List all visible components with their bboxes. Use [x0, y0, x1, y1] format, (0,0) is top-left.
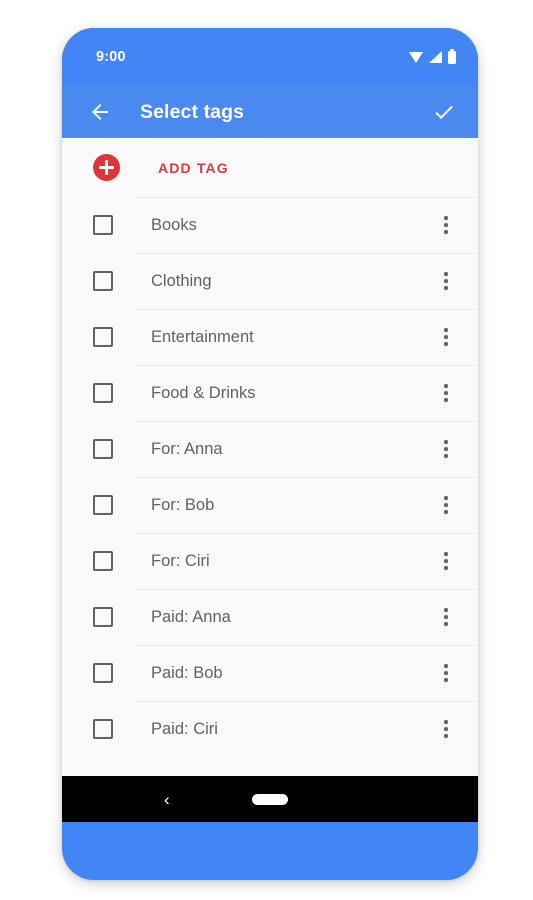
battery-icon — [448, 48, 456, 64]
list-item[interactable]: For: Anna — [62, 421, 478, 477]
overflow-menu-icon[interactable] — [434, 604, 458, 630]
tag-checkbox[interactable] — [93, 495, 113, 515]
overflow-menu-icon[interactable] — [434, 436, 458, 462]
overflow-menu-icon[interactable] — [434, 492, 458, 518]
add-tag-label: ADD TAG — [158, 159, 229, 176]
overflow-menu-icon[interactable] — [434, 324, 458, 350]
overflow-menu-icon[interactable] — [434, 548, 458, 574]
list-item[interactable]: For: Bob — [62, 477, 478, 533]
tag-checkbox[interactable] — [93, 719, 113, 739]
tag-label: Paid: Ciri — [151, 719, 218, 738]
tag-checkbox[interactable] — [93, 215, 113, 235]
phone-frame: 9:00 Select tags ADD TAG Books Clothing … — [62, 28, 478, 880]
overflow-menu-icon[interactable] — [434, 716, 458, 742]
check-icon[interactable] — [430, 98, 458, 126]
tag-label: For: Anna — [151, 439, 223, 458]
status-bar: 9:00 — [62, 28, 478, 86]
app-bar: Select tags — [62, 86, 478, 138]
tag-label: For: Bob — [151, 495, 215, 514]
overflow-menu-icon[interactable] — [434, 660, 458, 686]
status-bar-icons — [409, 48, 456, 64]
tag-checkbox[interactable] — [93, 327, 113, 347]
tag-checkbox[interactable] — [93, 439, 113, 459]
status-bar-time: 9:00 — [96, 49, 126, 65]
home-indicator[interactable] — [252, 793, 288, 805]
list-item[interactable]: Food & Drinks — [62, 365, 478, 421]
add-tag-button[interactable]: ADD TAG — [62, 138, 478, 197]
list-item[interactable]: For: Ciri — [62, 533, 478, 589]
signal-icon — [429, 51, 443, 63]
list-item[interactable]: Paid: Ciri — [62, 701, 478, 757]
page-title: Select tags — [140, 100, 245, 123]
wifi-icon — [409, 51, 424, 63]
tag-label: Clothing — [151, 271, 212, 290]
tag-label: For: Ciri — [151, 551, 210, 570]
tag-label: Entertainment — [151, 327, 254, 346]
tag-label: Food & Drinks — [151, 383, 256, 402]
tag-list-panel: ADD TAG Books Clothing Entertainment Foo… — [62, 138, 478, 812]
tag-checkbox[interactable] — [93, 271, 113, 291]
list-item[interactable]: Books — [62, 197, 478, 253]
tag-checkbox[interactable] — [93, 663, 113, 683]
back-arrow-icon[interactable] — [86, 98, 114, 126]
nav-back-icon[interactable]: ‹ — [164, 791, 170, 808]
add-circle-icon — [93, 154, 120, 181]
list-item[interactable]: Paid: Bob — [62, 645, 478, 701]
tag-label: Books — [151, 215, 197, 234]
tag-checkbox[interactable] — [93, 551, 113, 571]
tag-checkbox[interactable] — [93, 383, 113, 403]
overflow-menu-icon[interactable] — [434, 268, 458, 294]
list-item[interactable]: Clothing — [62, 253, 478, 309]
tag-label: Paid: Anna — [151, 607, 231, 626]
list-item[interactable]: Entertainment — [62, 309, 478, 365]
tag-checkbox[interactable] — [93, 607, 113, 627]
tag-list: Books Clothing Entertainment Food & Drin… — [62, 197, 478, 757]
overflow-menu-icon[interactable] — [434, 380, 458, 406]
system-navigation-bar: ‹ — [62, 776, 478, 822]
tag-label: Paid: Bob — [151, 663, 223, 682]
overflow-menu-icon[interactable] — [434, 212, 458, 238]
list-item[interactable]: Paid: Anna — [62, 589, 478, 645]
